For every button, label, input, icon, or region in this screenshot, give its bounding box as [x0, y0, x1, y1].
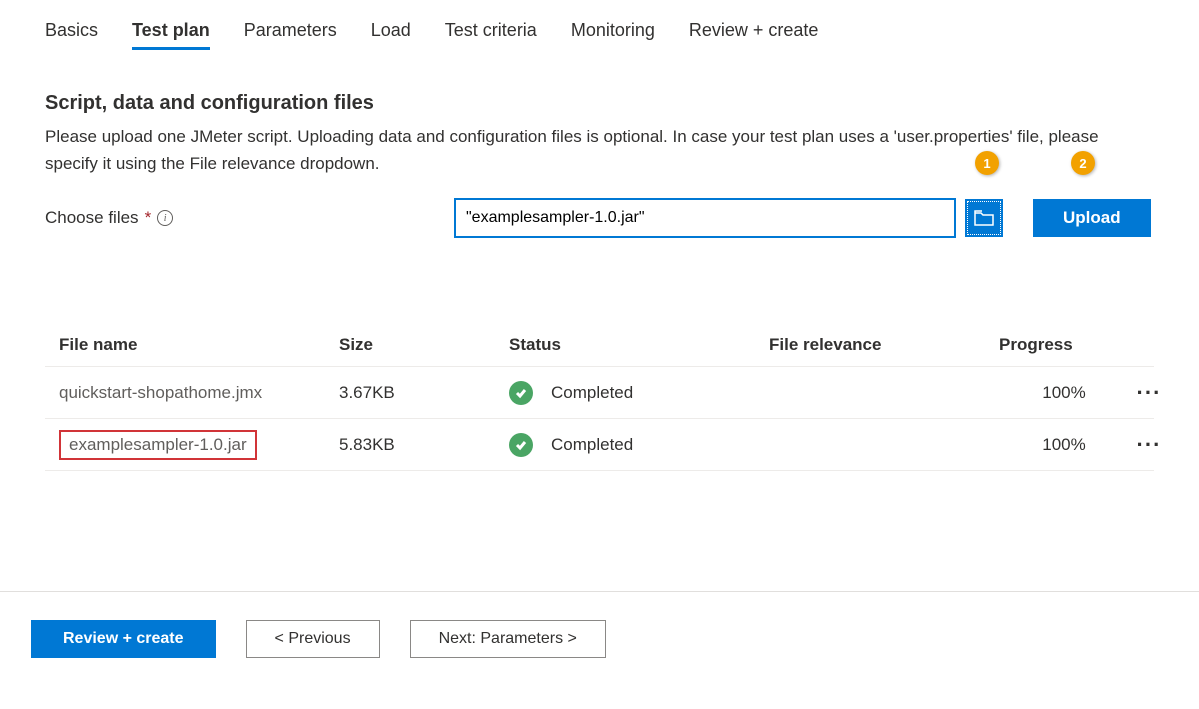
file-status-cell: Completed: [509, 381, 769, 405]
choose-files-label: Choose files * i: [45, 208, 445, 228]
tab-load[interactable]: Load: [371, 20, 411, 50]
section-title: Script, data and configuration files: [45, 92, 1154, 115]
folder-icon: [974, 210, 994, 226]
col-size: Size: [339, 335, 509, 355]
browse-folder-button[interactable]: [965, 199, 1003, 237]
tab-review-create[interactable]: Review + create: [689, 20, 819, 50]
col-status: Status: [509, 335, 769, 355]
previous-button[interactable]: < Previous: [246, 620, 380, 658]
table-header: File name Size Status File relevance Pro…: [45, 323, 1154, 367]
file-size-cell: 5.83KB: [339, 435, 509, 455]
table-row: quickstart-shopathome.jmx 3.67KB Complet…: [45, 367, 1154, 419]
wizard-tabs: Basics Test plan Parameters Load Test cr…: [45, 20, 1154, 50]
row-more-button[interactable]: ···: [1129, 380, 1169, 406]
footer-buttons: Review + create < Previous Next: Paramet…: [31, 592, 1154, 658]
status-text: Completed: [551, 383, 633, 403]
row-more-button[interactable]: ···: [1129, 432, 1169, 458]
progress-cell: 100%: [999, 435, 1129, 455]
next-button[interactable]: Next: Parameters >: [410, 620, 606, 658]
info-icon[interactable]: i: [157, 210, 173, 226]
table-row: examplesampler-1.0.jar 5.83KB Completed …: [45, 419, 1154, 471]
required-asterisk: *: [145, 208, 152, 228]
tab-test-criteria[interactable]: Test criteria: [445, 20, 537, 50]
progress-cell: 100%: [999, 383, 1129, 403]
file-size-cell: 3.67KB: [339, 383, 509, 403]
status-text: Completed: [551, 435, 633, 455]
tab-test-plan[interactable]: Test plan: [132, 20, 210, 50]
review-create-button[interactable]: Review + create: [31, 620, 216, 658]
col-progress: Progress: [999, 335, 1129, 355]
file-name-cell: examplesampler-1.0.jar: [59, 430, 257, 460]
choose-files-row: Choose files * i Upload: [45, 199, 1154, 237]
col-file-relevance: File relevance: [769, 335, 999, 355]
col-file-name: File name: [59, 335, 339, 355]
check-icon: [509, 381, 533, 405]
tab-parameters[interactable]: Parameters: [244, 20, 337, 50]
file-status-cell: Completed: [509, 433, 769, 457]
choose-files-text: Choose files: [45, 208, 139, 228]
tab-basics[interactable]: Basics: [45, 20, 98, 50]
tab-monitoring[interactable]: Monitoring: [571, 20, 655, 50]
file-name-cell: quickstart-shopathome.jmx: [59, 383, 262, 402]
check-icon: [509, 433, 533, 457]
upload-button[interactable]: Upload: [1033, 199, 1151, 237]
file-input[interactable]: [455, 199, 955, 237]
file-table: File name Size Status File relevance Pro…: [45, 323, 1154, 471]
